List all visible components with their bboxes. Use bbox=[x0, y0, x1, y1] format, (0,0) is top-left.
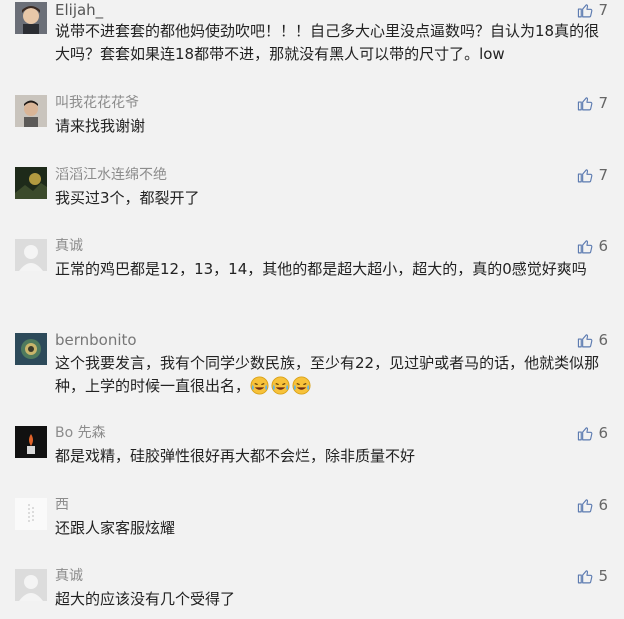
like-button[interactable]: 5 bbox=[577, 567, 608, 585]
comment-text: 正常的鸡巴都是12，13，14，其他的都是超大超小，超大的，真的0感觉好爽吗 bbox=[55, 260, 587, 278]
like-count: 7 bbox=[598, 1, 608, 19]
avatar[interactable] bbox=[15, 2, 47, 34]
comment-text: 说带不进套套的都他妈使劲吹吧！！！自己多大心里没点逼数吗？自认为18真的很大吗？… bbox=[55, 22, 600, 63]
thumbs-up-icon bbox=[578, 3, 593, 17]
like-button[interactable]: 6 bbox=[577, 237, 608, 255]
comment-text: 还跟人家客服炫耀 bbox=[55, 519, 176, 537]
comment-author[interactable]: 滔滔江水连绵不绝 bbox=[55, 166, 167, 184]
comment-text: 都是戏精，硅胶弹性很好再大都不会烂，除非质量不好 bbox=[55, 447, 416, 465]
comment-author[interactable]: 西 bbox=[55, 496, 69, 514]
like-count: 6 bbox=[598, 496, 608, 514]
comment-author[interactable]: Bo 先森 bbox=[55, 424, 106, 442]
comment-author[interactable]: Elijah_ bbox=[55, 1, 103, 19]
like-count: 7 bbox=[598, 166, 608, 184]
comment-text: 超大的应该没有几个受得了 bbox=[55, 590, 236, 608]
comment-author[interactable]: 真诚 bbox=[55, 237, 83, 255]
comment-author[interactable]: 真诚 bbox=[55, 567, 83, 585]
like-button[interactable]: 7 bbox=[577, 1, 608, 19]
thumbs-up-icon bbox=[578, 569, 593, 583]
comment-author[interactable]: bernbonito bbox=[55, 331, 137, 349]
avatar[interactable] bbox=[15, 333, 47, 365]
avatar[interactable] bbox=[15, 426, 47, 458]
comment-text: 我买过3个，都裂开了 bbox=[55, 189, 200, 207]
thumbs-up-icon bbox=[578, 426, 593, 440]
thumbs-up-icon bbox=[578, 168, 593, 182]
comment-author[interactable]: 叫我花花花爷 bbox=[55, 94, 139, 112]
like-button[interactable]: 6 bbox=[577, 424, 608, 442]
like-button[interactable]: 7 bbox=[577, 166, 608, 184]
like-count: 6 bbox=[598, 424, 608, 442]
laugh-cry-emoji bbox=[271, 376, 290, 395]
thumbs-up-icon bbox=[578, 239, 593, 253]
laugh-cry-emoji bbox=[250, 376, 269, 395]
comment-text-body: 这个我要发言，我有个同学少数民族，至少有22，见过驴或者马的话，他就类似那种，上… bbox=[55, 354, 600, 395]
like-count: 5 bbox=[598, 567, 608, 585]
avatar[interactable] bbox=[15, 167, 47, 199]
like-count: 7 bbox=[598, 94, 608, 112]
like-count: 6 bbox=[598, 237, 608, 255]
like-button[interactable]: 7 bbox=[577, 94, 608, 112]
thumbs-up-icon bbox=[578, 333, 593, 347]
thumbs-up-icon bbox=[578, 96, 593, 110]
like-button[interactable]: 6 bbox=[577, 331, 608, 349]
avatar[interactable] bbox=[15, 498, 47, 530]
thumbs-up-icon bbox=[578, 498, 593, 512]
avatar[interactable] bbox=[15, 95, 47, 127]
like-count: 6 bbox=[598, 331, 608, 349]
comment-text: 请来找我谢谢 bbox=[55, 117, 146, 135]
avatar[interactable] bbox=[15, 569, 47, 601]
comment-text: 这个我要发言，我有个同学少数民族，至少有22，见过驴或者马的话，他就类似那种，上… bbox=[55, 352, 610, 398]
like-button[interactable]: 6 bbox=[577, 496, 608, 514]
avatar[interactable] bbox=[15, 239, 47, 271]
laugh-cry-emoji bbox=[292, 376, 311, 395]
